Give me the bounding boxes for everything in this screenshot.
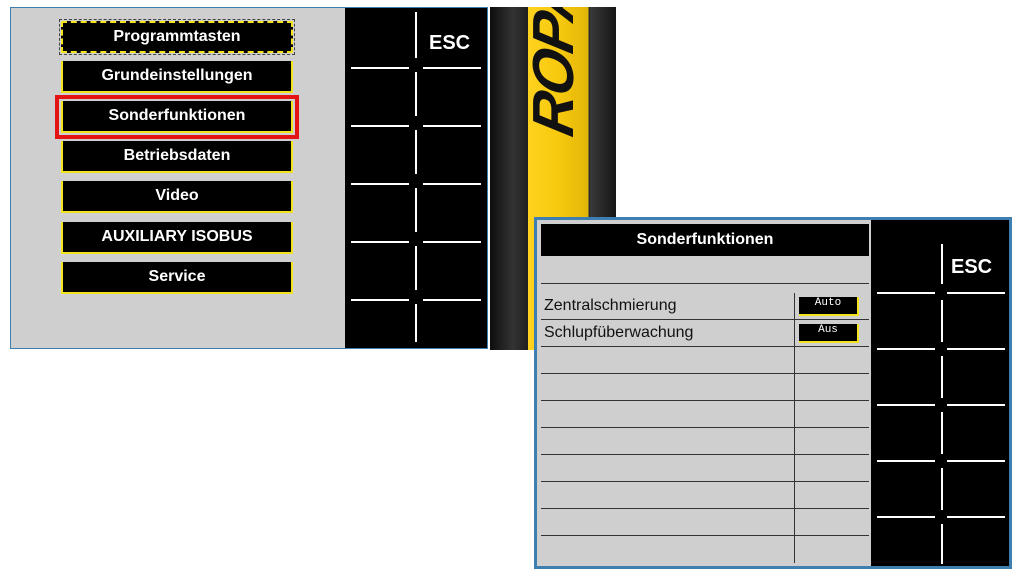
softkey-panel: ESC [871, 220, 1009, 566]
softkey-divider [947, 348, 1005, 350]
softkey-divider [941, 300, 943, 342]
esc-button[interactable]: ESC [429, 32, 470, 55]
softkey-divider [415, 130, 417, 174]
softkey-divider [877, 404, 935, 406]
softkey-divider [941, 244, 943, 284]
empty-cell [541, 347, 795, 373]
table-row [541, 374, 869, 401]
menu-item-auxiliary-isobus[interactable]: AUXILIARY ISOBUS [61, 222, 293, 254]
softkey-divider [947, 404, 1005, 406]
menu-item-betriebsdaten[interactable]: Betriebsdaten [61, 141, 293, 173]
softkey-divider [415, 246, 417, 290]
empty-cell [541, 428, 795, 454]
subtitle-bar [541, 256, 869, 284]
table-row: Zentralschmierung Auto [541, 293, 869, 320]
softkey-divider [351, 125, 409, 127]
softkey-divider [423, 125, 481, 127]
softkey-divider [877, 292, 935, 294]
page-title: Sonderfunktionen [541, 224, 869, 256]
sonderfunktionen-screen: Sonderfunktionen Zentralschmierung Auto … [534, 217, 1012, 569]
softkey-panel: ESC [345, 8, 487, 348]
softkey-divider [941, 356, 943, 398]
softkey-divider [351, 183, 409, 185]
empty-cell [541, 509, 795, 535]
empty-cell [541, 374, 795, 400]
softkey-divider [415, 304, 417, 342]
softkey-divider [351, 299, 409, 301]
table-row: Schlupfüberwachung Aus [541, 320, 869, 347]
softkey-divider [877, 460, 935, 462]
menu-item-video[interactable]: Video [61, 181, 293, 213]
softkey-divider [941, 412, 943, 454]
softkey-divider [351, 67, 409, 69]
softkey-divider [941, 524, 943, 564]
softkey-divider [877, 348, 935, 350]
softkey-divider [947, 292, 1005, 294]
menu-item-programmtasten[interactable]: Programmtasten [59, 19, 295, 55]
ropa-logo: ROPA [521, 7, 586, 142]
table-row [541, 428, 869, 455]
value-zentralschmierung[interactable]: Auto [799, 296, 859, 316]
softkey-divider [941, 468, 943, 510]
esc-button[interactable]: ESC [951, 256, 992, 279]
main-menu-screen: Programmtasten Grundeinstellungen Sonder… [10, 7, 488, 349]
softkey-divider [415, 12, 417, 58]
table-row [541, 509, 869, 536]
row-label-zentralschmierung: Zentralschmierung [541, 293, 795, 319]
row-label-schlupfueberwachung: Schlupfüberwachung [541, 320, 795, 346]
softkey-divider [415, 188, 417, 232]
empty-cell [541, 536, 795, 563]
softkey-divider [423, 183, 481, 185]
menu-list: Programmtasten Grundeinstellungen Sonder… [11, 8, 345, 348]
table-row [541, 401, 869, 428]
value-schlupfueberwachung[interactable]: Aus [799, 323, 859, 343]
menu-item-service[interactable]: Service [61, 262, 293, 294]
empty-cell [541, 455, 795, 481]
softkey-divider [947, 516, 1005, 518]
menu-item-grundeinstellungen[interactable]: Grundeinstellungen [61, 61, 293, 93]
softkey-divider [423, 299, 481, 301]
softkey-divider [415, 72, 417, 116]
menu-item-sonderfunktionen[interactable]: Sonderfunktionen [55, 95, 299, 139]
table-row [541, 536, 869, 563]
table-row [541, 347, 869, 374]
softkey-divider [877, 516, 935, 518]
softkey-divider [947, 460, 1005, 462]
softkey-divider [351, 241, 409, 243]
table-row [541, 455, 869, 482]
softkey-divider [423, 67, 481, 69]
empty-cell [541, 401, 795, 427]
softkey-divider [423, 241, 481, 243]
table-row [541, 482, 869, 509]
empty-cell [541, 482, 795, 508]
